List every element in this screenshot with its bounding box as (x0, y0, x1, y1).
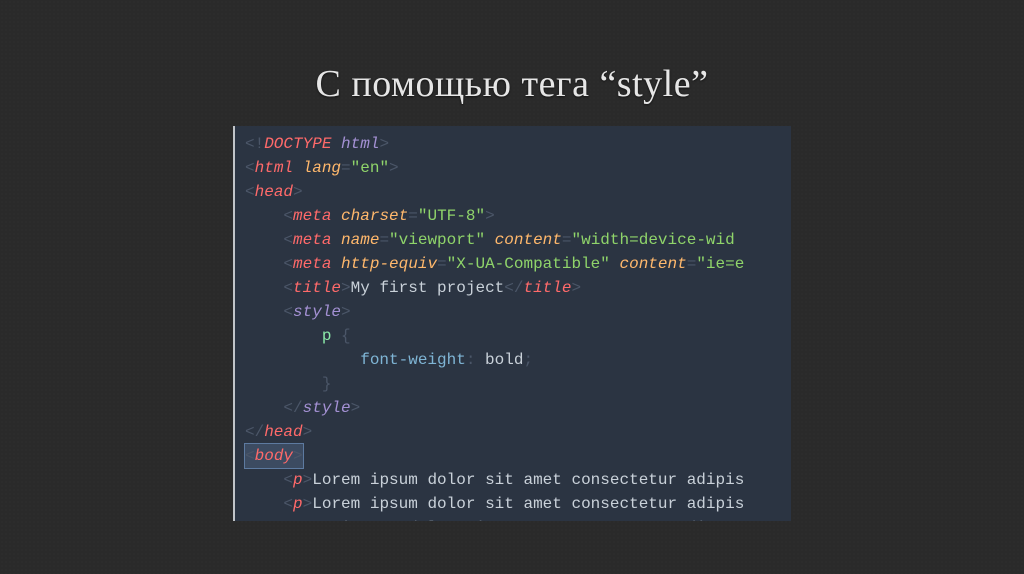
code-line: } (245, 372, 791, 396)
code-line: p { (245, 324, 791, 348)
code-line: <p>Lorem ipsum dolor sit amet consectetu… (245, 492, 791, 516)
code-line: <meta charset="UTF-8"> (245, 204, 791, 228)
code-line: <meta name="viewport" content="width=dev… (245, 228, 791, 252)
code-line: <p>Lorem ipsum dolor sit amet consectetu… (245, 468, 791, 492)
slide: С помощью тега “style” <!DOCTYPE html> <… (0, 0, 1024, 574)
code-line: </style> (245, 396, 791, 420)
code-line: <meta http-equiv="X-UA-Compatible" conte… (245, 252, 791, 276)
code-line: <title>My first project</title> (245, 276, 791, 300)
code-line: </head> (245, 420, 791, 444)
code-line: <style> (245, 300, 791, 324)
code-editor: <!DOCTYPE html> <html lang="en"> <head> … (233, 126, 791, 521)
code-line: Lorem ipsum dolor sit amet consectetur a… (245, 516, 791, 521)
code-line-highlighted: <body> (245, 444, 791, 468)
code-line: font-weight: bold; (245, 348, 791, 372)
code-line: <head> (245, 180, 791, 204)
code-line: <html lang="en"> (245, 156, 791, 180)
code-line: <!DOCTYPE html> (245, 132, 791, 156)
slide-title: С помощью тега “style” (316, 62, 709, 106)
